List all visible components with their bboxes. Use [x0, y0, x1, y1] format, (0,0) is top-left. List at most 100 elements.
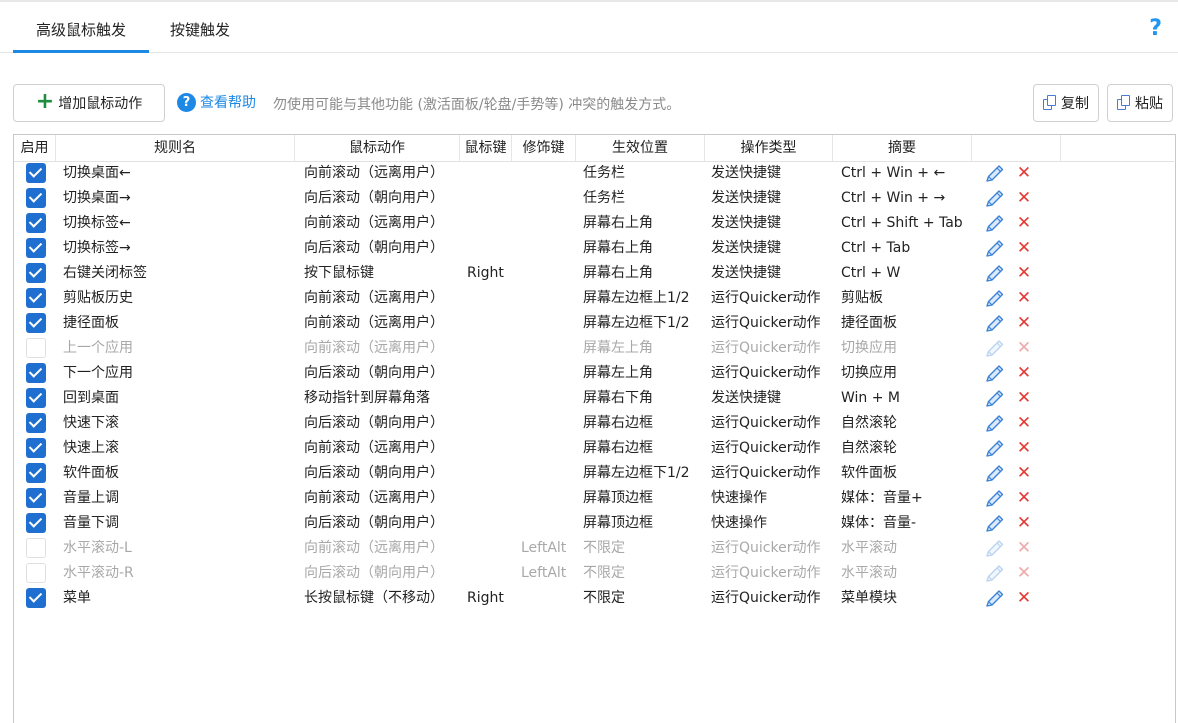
enabled-checkbox[interactable]	[26, 288, 46, 308]
close-icon[interactable]: ✕	[1015, 561, 1033, 586]
close-icon[interactable]: ✕	[1015, 536, 1033, 561]
table-row[interactable]: 捷径面板 向前滚动（远离用户） 屏幕左边框下1/2 运行Quicker动作 捷径…	[14, 311, 1174, 336]
header-operation-type[interactable]: 操作类型	[705, 135, 833, 161]
close-icon[interactable]: ✕	[1015, 361, 1033, 386]
header-position[interactable]: 生效位置	[576, 135, 705, 161]
close-icon[interactable]: ✕	[1015, 236, 1033, 261]
pencil-icon[interactable]	[984, 264, 1006, 284]
pencil-icon[interactable]	[984, 239, 1006, 259]
pencil-icon[interactable]	[984, 564, 1006, 584]
modifier-key	[521, 236, 576, 261]
header-summary[interactable]: 摘要	[833, 135, 972, 161]
header-rule-name[interactable]: 规则名	[56, 135, 295, 161]
pencil-icon[interactable]	[984, 364, 1006, 384]
operation-type: 快速操作	[711, 515, 767, 531]
table-row[interactable]: 切换桌面→ 向后滚动（朝向用户） 任务栏 发送快捷键 Ctrl + Win + …	[14, 186, 1174, 211]
header-mouse-action[interactable]: 鼠标动作	[295, 135, 460, 161]
enabled-checkbox[interactable]	[26, 238, 46, 258]
pencil-icon[interactable]	[984, 414, 1006, 434]
mouse-button	[467, 536, 511, 561]
table-row[interactable]: 音量下调 向后滚动（朝向用户） 屏幕顶边框 快速操作 媒体：音量- ✕	[14, 511, 1174, 536]
mouse-action: 向后滚动（朝向用户）	[304, 190, 444, 206]
header-mouse-button[interactable]: 鼠标键	[460, 135, 512, 161]
enabled-checkbox[interactable]	[26, 513, 46, 533]
pencil-icon[interactable]	[984, 314, 1006, 334]
mouse-action: 向前滚动（远离用户）	[304, 290, 444, 306]
operation-type: 运行Quicker动作	[711, 315, 821, 331]
enabled-checkbox[interactable]	[26, 538, 46, 558]
enabled-checkbox[interactable]	[26, 313, 46, 333]
table-row[interactable]: 水平滚动-R 向后滚动（朝向用户） LeftAlt 不限定 运行Quicker动…	[14, 561, 1174, 586]
close-icon[interactable]: ✕	[1015, 511, 1033, 536]
pencil-icon[interactable]	[984, 189, 1006, 209]
table-row[interactable]: 右键关闭标签 按下鼠标键 Right 屏幕右上角 发送快捷键 Ctrl + W …	[14, 261, 1174, 286]
summary: Ctrl + Tab	[841, 240, 911, 256]
table-row[interactable]: 快速下滚 向后滚动（朝向用户） 屏幕右边框 运行Quicker动作 自然滚轮 ✕	[14, 411, 1174, 436]
table-row[interactable]: 水平滚动-L 向前滚动（远离用户） LeftAlt 不限定 运行Quicker动…	[14, 536, 1174, 561]
pencil-icon[interactable]	[984, 514, 1006, 534]
close-icon[interactable]: ✕	[1015, 436, 1033, 461]
table-row[interactable]: 切换桌面← 向前滚动（远离用户） 任务栏 发送快捷键 Ctrl + Win + …	[14, 161, 1174, 186]
pencil-icon[interactable]	[984, 339, 1006, 359]
close-icon[interactable]: ✕	[1015, 411, 1033, 436]
enabled-checkbox[interactable]	[26, 438, 46, 458]
pencil-icon[interactable]	[984, 539, 1006, 559]
enabled-checkbox[interactable]	[26, 213, 46, 233]
enabled-checkbox[interactable]	[26, 338, 46, 358]
tab-advanced-mouse[interactable]: 高级鼠标触发	[13, 8, 149, 53]
close-icon[interactable]: ✕	[1015, 386, 1033, 411]
pencil-icon[interactable]	[984, 214, 1006, 234]
table-row[interactable]: 上一个应用 向前滚动（远离用户） 屏幕左上角 运行Quicker动作 切换应用 …	[14, 336, 1174, 361]
table-row[interactable]: 软件面板 向后滚动（朝向用户） 屏幕左边框下1/2 运行Quicker动作 软件…	[14, 461, 1174, 486]
close-icon[interactable]: ✕	[1015, 486, 1033, 511]
close-icon[interactable]: ✕	[1015, 461, 1033, 486]
table-row[interactable]: 菜单 长按鼠标键（不移动） Right 不限定 运行Quicker动作 菜单模块…	[14, 586, 1174, 611]
table-row[interactable]: 音量上调 向前滚动（远离用户） 屏幕顶边框 快速操作 媒体：音量+ ✕	[14, 486, 1174, 511]
help-question-icon[interactable]: ?	[1149, 14, 1162, 44]
table-row[interactable]: 下一个应用 向后滚动（朝向用户） 屏幕左上角 运行Quicker动作 切换应用 …	[14, 361, 1174, 386]
table-row[interactable]: 快速上滚 向前滚动（远离用户） 屏幕右边框 运行Quicker动作 自然滚轮 ✕	[14, 436, 1174, 461]
table-row[interactable]: 切换标签→ 向后滚动（朝向用户） 屏幕右上角 发送快捷键 Ctrl + Tab …	[14, 236, 1174, 261]
close-icon[interactable]: ✕	[1015, 286, 1033, 311]
enabled-checkbox[interactable]	[26, 263, 46, 283]
pencil-icon[interactable]	[984, 464, 1006, 484]
table-row[interactable]: 切换标签← 向前滚动（远离用户） 屏幕右上角 发送快捷键 Ctrl + Shif…	[14, 211, 1174, 236]
pencil-icon[interactable]	[984, 439, 1006, 459]
tab-key-trigger[interactable]: 按键触发	[150, 8, 250, 52]
pencil-icon[interactable]	[984, 389, 1006, 409]
copy-button[interactable]: 复制	[1033, 84, 1099, 122]
operation-type: 运行Quicker动作	[711, 540, 821, 556]
pencil-icon[interactable]	[984, 289, 1006, 309]
enabled-checkbox[interactable]	[26, 588, 46, 608]
pencil-icon[interactable]	[984, 164, 1006, 184]
pencil-icon[interactable]	[984, 489, 1006, 509]
enabled-checkbox[interactable]	[26, 463, 46, 483]
mouse-button: Right	[467, 590, 504, 606]
close-icon[interactable]: ✕	[1015, 586, 1033, 611]
mouse-action: 移动指针到屏幕角落	[304, 390, 430, 406]
add-mouse-action-button[interactable]: + 增加鼠标动作	[13, 84, 165, 122]
mouse-action: 向后滚动（朝向用户）	[304, 415, 444, 431]
enabled-checkbox[interactable]	[26, 413, 46, 433]
enabled-checkbox[interactable]	[26, 363, 46, 383]
header-modifier[interactable]: 修饰键	[512, 135, 576, 161]
close-icon[interactable]: ✕	[1015, 311, 1033, 336]
enabled-checkbox[interactable]	[26, 563, 46, 583]
close-icon[interactable]: ✕	[1015, 186, 1033, 211]
enabled-checkbox[interactable]	[26, 388, 46, 408]
paste-button[interactable]: 粘贴	[1107, 84, 1173, 122]
close-icon[interactable]: ✕	[1015, 211, 1033, 236]
mouse-action: 向前滚动（远离用户）	[304, 215, 444, 231]
enabled-checkbox[interactable]	[26, 188, 46, 208]
pencil-icon[interactable]	[984, 589, 1006, 609]
close-icon[interactable]: ✕	[1015, 261, 1033, 286]
table-row[interactable]: 剪贴板历史 向前滚动（远离用户） 屏幕左边框上1/2 运行Quicker动作 剪…	[14, 286, 1174, 311]
enabled-checkbox[interactable]	[26, 163, 46, 183]
close-icon[interactable]: ✕	[1015, 336, 1033, 361]
close-icon[interactable]: ✕	[1015, 161, 1033, 186]
view-help-link[interactable]: ? 查看帮助	[177, 92, 256, 112]
mouse-action: 向后滚动（朝向用户）	[304, 365, 444, 381]
header-enabled[interactable]: 启用	[14, 135, 56, 161]
enabled-checkbox[interactable]	[26, 488, 46, 508]
table-row[interactable]: 回到桌面 移动指针到屏幕角落 屏幕右下角 发送快捷键 Win + M ✕	[14, 386, 1174, 411]
